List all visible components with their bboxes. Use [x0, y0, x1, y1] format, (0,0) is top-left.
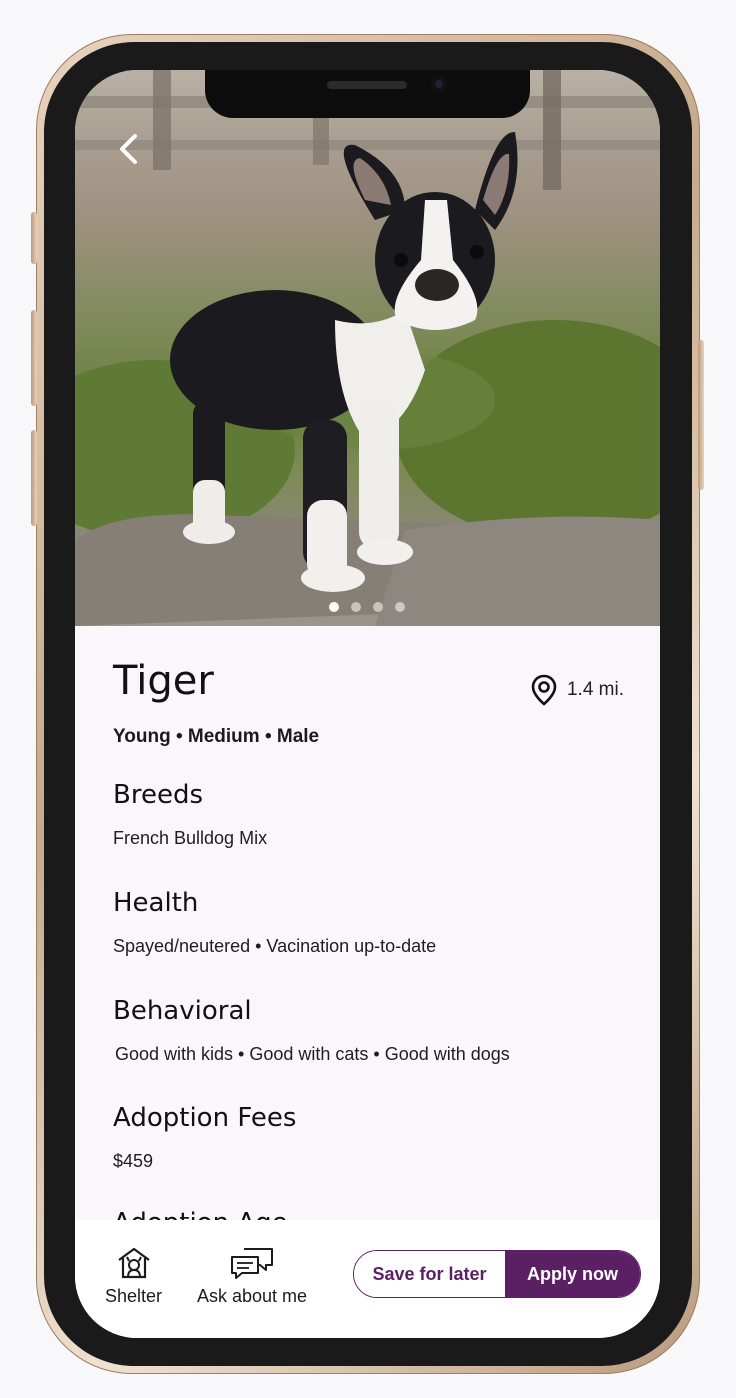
power-button [698, 340, 704, 490]
volume-up-button [31, 310, 37, 406]
front-camera [431, 76, 447, 92]
distance-indicator: 1.4 mi. [531, 674, 624, 706]
pet-attributes: Young • Medium • Male [113, 726, 320, 747]
breeds-heading: Breeds [113, 780, 203, 810]
save-for-later-button[interactable]: Save for later [354, 1251, 505, 1297]
gallery-pagination [329, 602, 405, 612]
pet-photo[interactable] [75, 70, 660, 626]
health-heading: Health [113, 888, 199, 918]
volume-down-button [31, 430, 37, 526]
silent-switch [31, 212, 37, 264]
health-text: Spayed/neutered • Vacination up-to-date [113, 936, 437, 956]
ask-about-me-button[interactable]: Ask about me [197, 1246, 307, 1307]
gallery-dot[interactable] [329, 602, 339, 612]
shelter-label: Shelter [105, 1286, 163, 1306]
gallery-dot[interactable] [395, 602, 405, 612]
cta-button-group: Save for later Apply now [353, 1250, 641, 1298]
screen: Tiger 1.4 mi. Young • Medium • Male Bree… [75, 70, 660, 1338]
back-chevron-icon [120, 134, 137, 164]
gallery-dot[interactable] [351, 602, 361, 612]
map-pin-icon [531, 674, 557, 706]
gallery-dot[interactable] [373, 602, 383, 612]
behavioral-heading: Behavioral [113, 996, 252, 1026]
chat-bubbles-icon [231, 1248, 274, 1279]
earpiece-speaker [327, 81, 407, 89]
back-button[interactable] [113, 132, 143, 166]
adoption-fees-heading: Adoption Fees [113, 1103, 297, 1133]
ask-about-me-label: Ask about me [197, 1286, 308, 1306]
pet-details: Tiger 1.4 mi. Young • Medium • Male Bree… [75, 626, 660, 1238]
shelter-button[interactable]: Shelter [105, 1246, 162, 1307]
behavioral-text: Good with kids • Good with cats • Good w… [115, 1044, 510, 1064]
shelter-house-icon [117, 1247, 150, 1279]
pet-name: Tiger [113, 658, 214, 704]
adoption-fees-text: $459 [113, 1151, 154, 1171]
pet-photo-illustration [75, 70, 660, 626]
breeds-text: French Bulldog Mix [113, 828, 268, 848]
distance-text: 1.4 mi. [566, 679, 624, 700]
bottom-action-bar: Shelter Ask about me Save for later Appl… [75, 1220, 660, 1338]
apply-now-button[interactable]: Apply now [505, 1251, 640, 1297]
notch [205, 70, 530, 118]
